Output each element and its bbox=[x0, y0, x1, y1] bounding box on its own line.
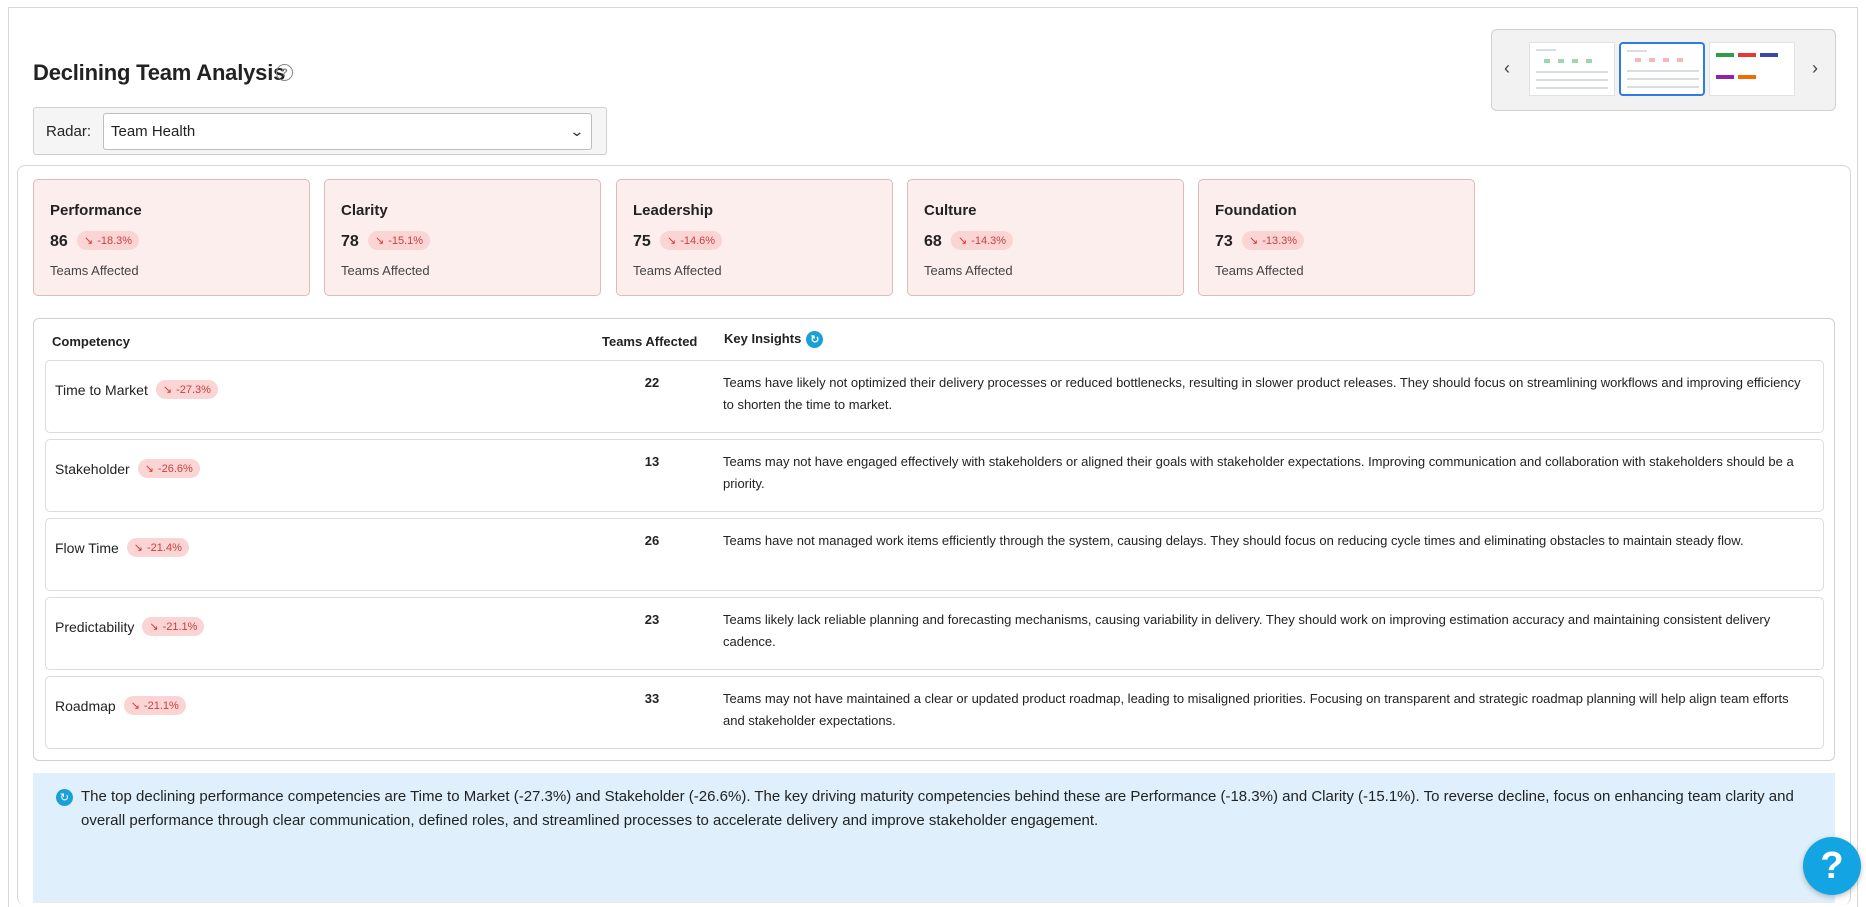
thumbnail-3[interactable] bbox=[1709, 42, 1795, 96]
column-header-key-insights: Key Insights ↻ bbox=[724, 331, 824, 349]
radar-select[interactable]: Team Health ⌄ bbox=[103, 113, 592, 150]
column-header-competency: Competency bbox=[52, 334, 131, 349]
card-value: 78 bbox=[341, 233, 359, 250]
card-title: Culture bbox=[924, 202, 977, 219]
radar-label: Radar: bbox=[46, 123, 92, 140]
trend-down-icon: ↘ bbox=[144, 463, 154, 475]
trend-down-icon: ↘ bbox=[149, 621, 159, 633]
thumbnail-2-active[interactable] bbox=[1619, 42, 1705, 96]
decline-badge: ↘ -21.4% bbox=[126, 538, 189, 557]
metric-card-culture[interactable]: Culture 68 ↘ -14.3% Teams Affected bbox=[907, 179, 1184, 296]
trend-down-icon: ↘ bbox=[958, 235, 968, 247]
card-value: 73 bbox=[1215, 233, 1233, 250]
carousel-prev-button[interactable]: ‹ bbox=[1504, 58, 1510, 79]
dashboard-thumbnail-carousel: ‹ › bbox=[1491, 29, 1836, 111]
card-value: 86 bbox=[50, 233, 68, 250]
table-row[interactable]: Time to Market ↘ -27.3% 22 Teams have like… bbox=[45, 360, 1824, 433]
decline-badge: ↘ -18.3% bbox=[77, 231, 140, 250]
trend-down-icon: ↘ bbox=[133, 542, 144, 554]
card-subtitle: Teams Affected bbox=[1215, 263, 1304, 278]
key-insight-text: Teams have likely not optimized their de… bbox=[723, 375, 1801, 412]
card-title: Foundation bbox=[1215, 202, 1297, 219]
competency-name: Time to Market ↘ -27.3% bbox=[55, 380, 218, 399]
refresh-info-icon[interactable]: ↻ bbox=[56, 789, 73, 806]
decline-badge: ↘ -14.6% bbox=[660, 231, 723, 250]
key-insight-text: Teams may not have maintained a clear or… bbox=[723, 691, 1789, 728]
key-insight-text: Teams likely lack reliable planning and … bbox=[723, 612, 1771, 649]
chevron-down-icon: ⌄ bbox=[569, 123, 585, 139]
refresh-info-icon[interactable]: ↻ bbox=[806, 331, 824, 349]
card-subtitle: Teams Affected bbox=[924, 263, 1013, 278]
teams-affected-count: 26 bbox=[644, 533, 660, 548]
table-row[interactable]: Stakeholder ↘ -26.6% 13 Teams may not have… bbox=[45, 439, 1824, 512]
metric-card-performance[interactable]: Performance 86 ↘ -18.3% Teams Affected bbox=[33, 179, 310, 296]
teams-affected-count: 33 bbox=[644, 691, 660, 706]
competency-name: Predictability ↘ -21.1% bbox=[55, 617, 205, 636]
metric-card-clarity[interactable]: Clarity 78 ↘ -15.1% Teams Affected bbox=[324, 179, 601, 296]
card-value: 68 bbox=[924, 233, 942, 250]
decline-badge: ↘ -15.1% bbox=[368, 231, 431, 250]
decline-badge: ↘ -27.3% bbox=[155, 380, 218, 399]
card-subtitle: Teams Affected bbox=[633, 263, 722, 278]
card-value: 75 bbox=[633, 233, 651, 250]
competency-name: Stakeholder ↘ -26.6% bbox=[55, 459, 200, 478]
column-header-teams-affected: Teams Affected bbox=[602, 334, 698, 349]
trend-down-icon: ↘ bbox=[84, 235, 94, 247]
table-row[interactable]: Predictability ↘ -21.1% 23 Teams likely la… bbox=[45, 597, 1824, 670]
decline-badge: ↘ -21.1% bbox=[142, 617, 205, 636]
teams-affected-count: 13 bbox=[644, 454, 660, 469]
radar-selected-value: Team Health bbox=[111, 123, 196, 140]
trend-down-icon: ↘ bbox=[162, 384, 173, 396]
question-circle-icon[interactable]: ? bbox=[276, 64, 293, 81]
trend-down-icon: ↘ bbox=[667, 235, 677, 247]
thumbnail-1[interactable] bbox=[1529, 42, 1615, 96]
table-row[interactable]: Roadmap ↘ -21.1% 33 Teams may not have mai… bbox=[45, 676, 1824, 749]
help-fab-button[interactable]: ? bbox=[1803, 837, 1861, 895]
teams-affected-count: 23 bbox=[644, 612, 660, 627]
key-insight-text: Teams have not managed work items effici… bbox=[723, 533, 1744, 548]
card-title: Clarity bbox=[341, 202, 388, 219]
competency-name: Roadmap ↘ -21.1% bbox=[55, 696, 186, 715]
summary-text: The top declining performance competenci… bbox=[81, 788, 1794, 829]
card-subtitle: Teams Affected bbox=[50, 263, 139, 278]
teams-affected-count: 22 bbox=[644, 375, 660, 390]
decline-badge: ↘ -13.3% bbox=[1242, 231, 1305, 250]
ai-summary-box: ↻ The top declining performance competen… bbox=[33, 773, 1835, 903]
page-title: Declining Team Analysis bbox=[33, 60, 286, 85]
card-subtitle: Teams Affected bbox=[341, 263, 430, 278]
metric-card-foundation[interactable]: Foundation 73 ↘ -13.3% Teams Affected bbox=[1198, 179, 1475, 296]
competency-table: Competency Teams Affected Key Insights ↻ … bbox=[33, 318, 1835, 761]
trend-down-icon: ↘ bbox=[130, 700, 140, 712]
card-title: Leadership bbox=[633, 202, 714, 219]
table-row[interactable]: Flow Time ↘ -21.4% 26 Teams have not manag… bbox=[45, 518, 1824, 591]
competency-name: Flow Time ↘ -21.4% bbox=[55, 538, 189, 557]
radar-filter: Radar: Team Health ⌄ bbox=[33, 107, 607, 155]
decline-badge: ↘ -14.3% bbox=[951, 231, 1014, 250]
card-title: Performance bbox=[50, 202, 142, 219]
decline-badge: ↘ -26.6% bbox=[137, 459, 200, 478]
decline-badge: ↘ -21.1% bbox=[123, 696, 186, 715]
trend-down-icon: ↘ bbox=[375, 235, 385, 247]
carousel-next-button[interactable]: › bbox=[1812, 58, 1818, 79]
trend-down-icon: ↘ bbox=[1249, 235, 1259, 247]
metric-card-leadership[interactable]: Leadership 75 ↘ -14.6% Teams Affected bbox=[616, 179, 893, 296]
key-insight-text: Teams may not have engaged effectively w… bbox=[723, 454, 1794, 491]
